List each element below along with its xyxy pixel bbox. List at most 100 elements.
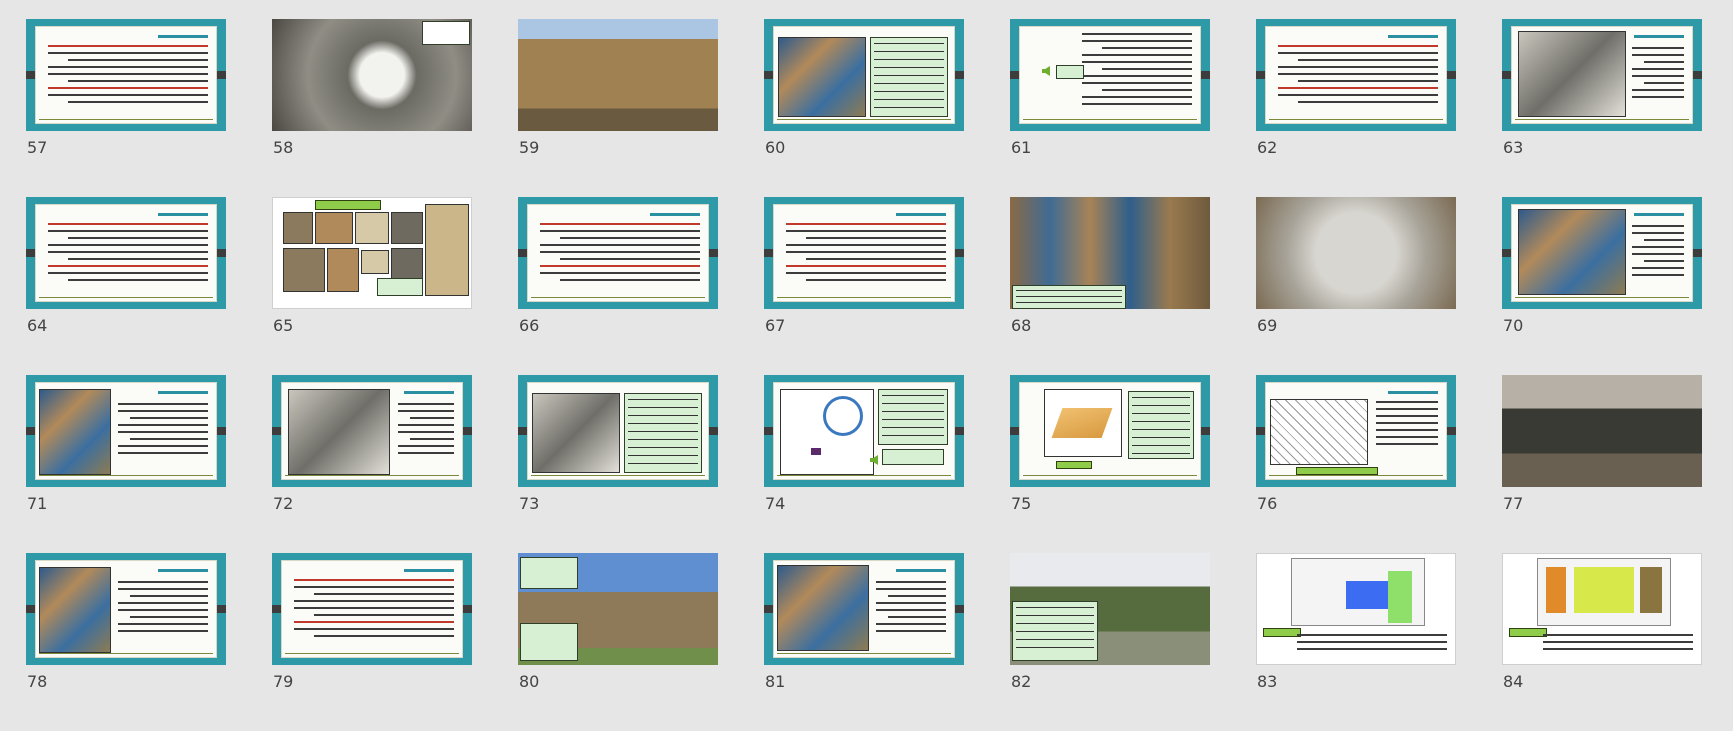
slide-number: 82 (1011, 672, 1032, 691)
slide-thumbnail[interactable] (1256, 197, 1456, 309)
text-line (1082, 33, 1192, 35)
slide-thumbnail[interactable] (272, 19, 472, 131)
slide-thumbnail-cell[interactable]: 66 (518, 197, 718, 375)
text-line (314, 593, 454, 595)
slide-thumbnail-cell[interactable]: 69 (1256, 197, 1456, 375)
slide-thumbnail-cell[interactable]: 84 (1502, 553, 1702, 731)
text-line (1298, 59, 1438, 61)
legend-line (1297, 648, 1447, 650)
slide-thumbnail-cell[interactable]: 77 (1502, 375, 1702, 553)
text-line (806, 279, 946, 281)
slide-title-line (896, 213, 946, 216)
slide-frame-tab-right (709, 427, 718, 435)
slide-thumbnail-cell[interactable]: 81 (764, 553, 964, 731)
slide-thumbnail-cell[interactable]: 64 (26, 197, 226, 375)
slide-thumbnail-cell[interactable]: 72 (272, 375, 472, 553)
slide-thumbnail[interactable] (26, 197, 226, 309)
slide-frame-tab-left (272, 605, 281, 613)
slide-number: 70 (1503, 316, 1524, 335)
slide-thumbnail-cell[interactable]: 83 (1256, 553, 1456, 731)
slide-number: 71 (27, 494, 48, 513)
slide-thumbnail-cell[interactable]: 58 (272, 19, 472, 197)
slide-number: 57 (27, 138, 48, 157)
text-line (786, 230, 946, 232)
slide-thumbnail-cell[interactable]: 57 (26, 19, 226, 197)
floor-plan (1291, 558, 1425, 626)
slide-thumbnail[interactable] (764, 19, 964, 131)
slide-content-area (1265, 26, 1447, 124)
slide-frame-tab-right (1201, 71, 1210, 79)
slide-thumbnail-cell[interactable]: 78 (26, 553, 226, 731)
collage-image (327, 248, 359, 292)
slide-thumbnail-cell[interactable]: 80 (518, 553, 718, 731)
text-line (540, 244, 700, 246)
slide-thumbnail[interactable] (518, 197, 718, 309)
text-line (1632, 274, 1684, 276)
slide-thumbnail[interactable] (1010, 19, 1210, 131)
caption-line (1132, 405, 1190, 406)
slide-thumbnail[interactable] (26, 553, 226, 665)
text-line (1376, 443, 1438, 445)
slide-thumbnail-cell[interactable]: 73 (518, 375, 718, 553)
text-line (398, 403, 454, 405)
text-line (130, 438, 208, 440)
slide-thumbnail-cell[interactable]: 71 (26, 375, 226, 553)
slide-content-area (773, 26, 955, 124)
caption-line (628, 399, 698, 400)
text-line (48, 73, 208, 75)
slide-frame-tab-right (217, 605, 226, 613)
slide-thumbnail-cell[interactable]: 79 (272, 553, 472, 731)
caption-line (628, 455, 698, 456)
collage-image (283, 212, 313, 244)
slide-thumbnail-cell[interactable]: 70 (1502, 197, 1702, 375)
slide-thumbnail[interactable] (272, 375, 472, 487)
slide-thumbnail[interactable] (1502, 197, 1702, 309)
plan-zone (1346, 581, 1394, 609)
text-line (398, 424, 454, 426)
text-line (888, 595, 946, 597)
text-line (1632, 232, 1684, 234)
slide-thumbnail-cell[interactable]: 68 (1010, 197, 1210, 375)
slide-thumbnail-cell[interactable]: 65 (272, 197, 472, 375)
caption-line (882, 411, 944, 412)
slide-thumbnail-cell[interactable]: 67 (764, 197, 964, 375)
slide-thumbnail[interactable] (272, 197, 472, 309)
slide-title-line (1634, 35, 1684, 38)
text-line (1644, 61, 1684, 63)
slide-thumbnail[interactable] (764, 375, 964, 487)
slide-thumbnail[interactable] (1256, 553, 1456, 665)
slide-content-area (1511, 204, 1693, 302)
slide-thumbnail-cell[interactable]: 74 (764, 375, 964, 553)
slide-thumbnail[interactable] (518, 375, 718, 487)
slide-thumbnail[interactable] (518, 553, 718, 665)
slide-thumbnail-cell[interactable]: 75 (1010, 375, 1210, 553)
text-line (1644, 260, 1684, 262)
slide-thumbnail[interactable] (1010, 197, 1210, 309)
slide-thumbnail[interactable] (1502, 19, 1702, 131)
slide-thumbnail-cell[interactable]: 59 (518, 19, 718, 197)
slide-thumbnail[interactable] (1010, 553, 1210, 665)
slide-thumbnail[interactable] (1010, 375, 1210, 487)
slide-thumbnail[interactable] (26, 375, 226, 487)
slide-number: 60 (765, 138, 786, 157)
slide-thumbnail-cell[interactable]: 62 (1256, 19, 1456, 197)
slide-thumbnail[interactable] (1502, 375, 1702, 487)
slide-thumbnail[interactable] (764, 553, 964, 665)
slide-thumbnail[interactable] (518, 19, 718, 131)
slide-thumbnail[interactable] (272, 553, 472, 665)
slide-thumbnail[interactable] (26, 19, 226, 131)
slide-thumbnail[interactable] (764, 197, 964, 309)
slide-thumbnail-cell[interactable]: 60 (764, 19, 964, 197)
slide-frame-tab-left (26, 427, 35, 435)
caption-box (870, 37, 948, 117)
slide-thumbnail-cell[interactable]: 63 (1502, 19, 1702, 197)
slide-thumbnail-cell[interactable]: 82 (1010, 553, 1210, 731)
slide-frame-tab-right (1447, 427, 1456, 435)
slide-thumbnail[interactable] (1256, 19, 1456, 131)
slide-thumbnail[interactable] (1256, 375, 1456, 487)
slide-thumbnail-cell[interactable]: 76 (1256, 375, 1456, 553)
slide-thumbnail-cell[interactable]: 61 (1010, 19, 1210, 197)
slide-thumbnail[interactable] (1502, 553, 1702, 665)
text-line (1298, 101, 1438, 103)
text-line (1376, 429, 1438, 431)
